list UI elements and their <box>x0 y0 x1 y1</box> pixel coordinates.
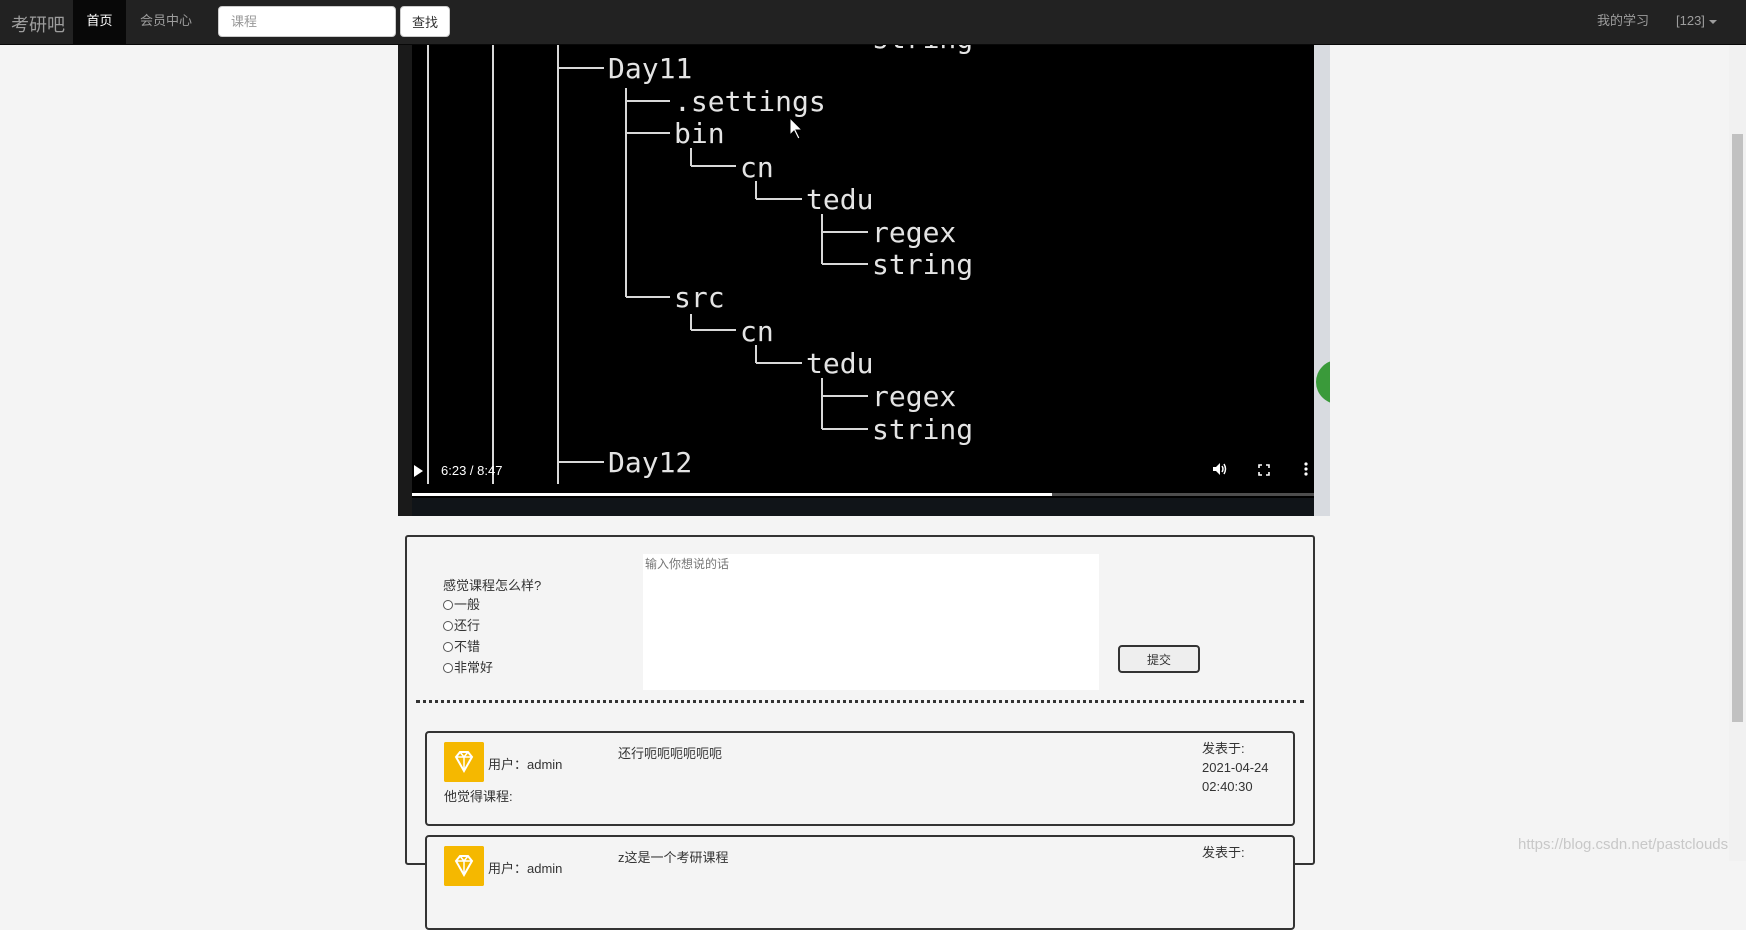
video-time: 6:23 / 8:47 <box>441 463 503 478</box>
tree-text: cn <box>740 151 774 184</box>
radio-button[interactable] <box>443 600 453 610</box>
search-button[interactable]: 查找 <box>400 6 450 37</box>
more-options-icon[interactable] <box>1304 462 1308 476</box>
search-input[interactable] <box>218 6 396 37</box>
volume-icon[interactable] <box>1212 462 1228 476</box>
scrollbar-thumb[interactable] <box>1732 134 1743 722</box>
brand-logo[interactable]: 考研吧 <box>11 11 65 37</box>
tree-text: bin <box>674 117 725 150</box>
comment-rating-label: 他觉得课程: <box>444 789 513 804</box>
posted-time: 02:40:30 <box>1202 779 1253 794</box>
rating-option[interactable]: 不错 <box>443 636 480 655</box>
diamond-avatar-icon <box>444 846 484 886</box>
video-frame: string Day11 .settings bin cn tedu regex… <box>427 44 973 484</box>
tree-text: .settings <box>674 85 826 118</box>
tree-text: Day12 <box>608 446 692 479</box>
diamond-avatar-icon <box>444 742 484 782</box>
rating-option[interactable]: 还行 <box>443 615 480 634</box>
tree-text: string <box>872 44 973 55</box>
comment-card: 用户：admin z这是一个考研课程 发表于: <box>425 835 1295 930</box>
rating-option[interactable]: 一般 <box>443 594 480 613</box>
tree-text: string <box>872 413 973 446</box>
comment-date-block: 发表于: 2021-04-24 02:40:30 <box>1202 739 1269 796</box>
tree-text: regex <box>872 216 956 249</box>
caret-down-icon <box>1708 19 1717 24</box>
comment-text: 还行呃呃呃呃呃呃 <box>618 746 723 761</box>
fullscreen-icon[interactable] <box>1258 464 1270 476</box>
video-progress-bar[interactable] <box>412 493 1314 496</box>
nav-member-center[interactable]: 会员中心 <box>140 0 192 44</box>
comment-date-block: 发表于: <box>1202 843 1245 862</box>
comment-section: 感觉课程怎么样? 一般 还行 不错 非常好 提交 用户：admin 他觉得课程:… <box>405 535 1315 930</box>
user-menu-label: [123] <box>1676 13 1705 28</box>
tree-text: regex <box>872 380 956 413</box>
tree-text: tedu <box>806 183 873 216</box>
frame-edge <box>1314 44 1330 516</box>
nav-my-study[interactable]: 我的学习 <box>1597 0 1649 44</box>
mouse-cursor-icon <box>789 116 804 140</box>
top-navbar: 考研吧 首页 会员中心 查找 我的学习 [123] <box>0 0 1746 45</box>
comment-text: z这是一个考研课程 <box>618 850 729 865</box>
rating-option[interactable]: 非常好 <box>443 657 493 676</box>
dotted-divider <box>416 700 1304 703</box>
video-progress-fill <box>412 493 1053 496</box>
comment-card: 用户：admin 他觉得课程: 还行呃呃呃呃呃呃 发表于: 2021-04-24… <box>425 731 1295 826</box>
submit-button[interactable]: 提交 <box>1118 645 1200 673</box>
posted-label: 发表于: <box>1202 741 1245 756</box>
play-icon[interactable] <box>414 465 423 477</box>
rating-question: 感觉课程怎么样? <box>443 578 542 593</box>
tree-text: cn <box>740 315 774 348</box>
radio-button[interactable] <box>443 663 453 673</box>
posted-date: 2021-04-24 <box>1202 760 1269 775</box>
tree-text: src <box>674 281 725 314</box>
nav-home[interactable]: 首页 <box>73 0 126 44</box>
radio-button[interactable] <box>443 642 453 652</box>
comment-textarea[interactable] <box>643 554 1099 690</box>
page-scrollbar[interactable] <box>1729 44 1746 861</box>
radio-button[interactable] <box>443 621 453 631</box>
tree-text: tedu <box>806 347 873 380</box>
video-taskbar-strip <box>412 498 1314 516</box>
posted-label: 发表于: <box>1202 845 1245 860</box>
video-player[interactable]: string Day11 .settings bin cn tedu regex… <box>398 44 1330 516</box>
watermark: https://blog.csdn.net/pastclouds <box>1518 836 1729 853</box>
tree-text: Day11 <box>608 52 692 85</box>
comment-user: 用户：admin <box>488 757 563 772</box>
user-menu[interactable]: [123] <box>1676 0 1717 44</box>
frame-edge <box>398 44 412 516</box>
tree-text: string <box>872 248 973 281</box>
